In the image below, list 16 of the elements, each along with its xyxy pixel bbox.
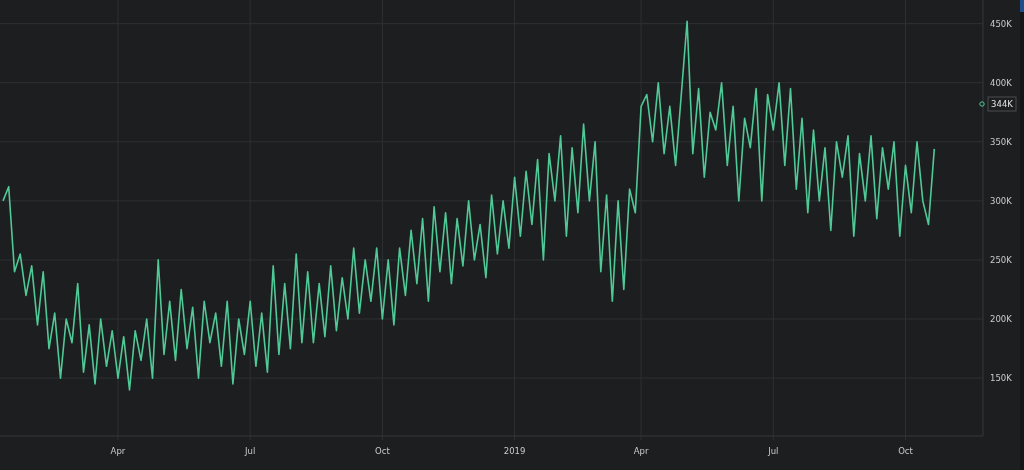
axis-label: 200K <box>990 314 1012 324</box>
axis-label: Apr <box>110 446 126 456</box>
axis-label: Oct <box>375 446 390 456</box>
marker-icon <box>979 101 985 107</box>
axis-label: 250K <box>990 254 1012 265</box>
axis-label: Apr <box>633 446 649 456</box>
axis-label: Jul <box>768 446 779 456</box>
axis-label: Jul <box>245 446 256 456</box>
axis-label: 150K <box>990 373 1012 384</box>
axis-label: 2019 <box>503 446 526 456</box>
axis-label: 350K <box>990 136 1012 147</box>
axis-label: 300K <box>990 195 1012 206</box>
value-label: 344K <box>987 96 1017 112</box>
axis-label: Oct <box>898 446 913 456</box>
axis-label: 450K <box>990 18 1012 29</box>
axis-label: 400K <box>990 77 1012 88</box>
